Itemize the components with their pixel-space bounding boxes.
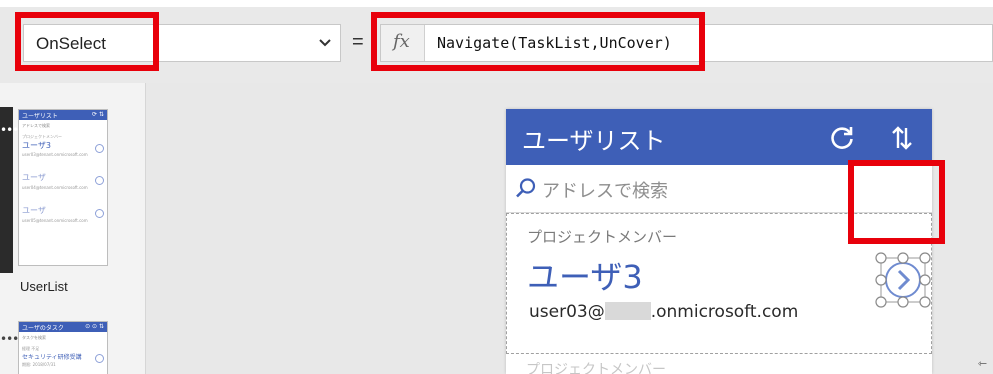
thumb-line: user04@tenant.onmicrosoft.com bbox=[22, 185, 88, 190]
screen-thumbnail-tasklist[interactable]: ユーザのタスク ⊙ ⊙ ⇅ タスクを検索 経理 不足 セキュリティ研修受講 期限… bbox=[18, 321, 108, 374]
workspace: ••• ユーザリスト ⟳ ⇅ アドレスで検索 プロジェクトメンバー ユーザ3 u… bbox=[0, 83, 993, 374]
chevron-right-icon[interactable] bbox=[875, 252, 931, 310]
thumb-line: セキュリティ研修受講 bbox=[22, 354, 82, 361]
thumb-line: ユーザ bbox=[22, 173, 46, 182]
next-item-subtitle: プロジェクトメンバー bbox=[526, 362, 666, 374]
refresh-icon[interactable] bbox=[828, 124, 856, 152]
thumb-line: user05@tenant.onmicrosoft.com bbox=[22, 218, 88, 223]
search-icon bbox=[516, 178, 536, 198]
item-name: ユーザ3 bbox=[527, 258, 643, 296]
thumb-line: 期限: 2018/07/31 bbox=[22, 362, 56, 367]
more-icon[interactable]: ••• bbox=[0, 124, 19, 136]
highlight-box-formula bbox=[371, 12, 705, 71]
thumb-line: ユーザ bbox=[22, 206, 46, 215]
equals-sign: = bbox=[352, 31, 364, 53]
thumb-header-icons: ⊙ ⊙ ⇅ bbox=[85, 323, 104, 330]
thumb-line: user03@tenant.onmicrosoft.com bbox=[22, 152, 88, 157]
thumb-chevron-icon bbox=[95, 144, 104, 153]
item-email: user03@ .onmicrosoft.com bbox=[529, 302, 798, 322]
thumb-search: アドレスで検索 bbox=[22, 123, 50, 128]
thumb-title: ユーザのタスク bbox=[22, 325, 64, 332]
page-title: ユーザリスト bbox=[522, 127, 666, 155]
resize-icon[interactable]: ⇽ bbox=[978, 357, 987, 370]
email-suffix: .onmicrosoft.com bbox=[650, 302, 799, 322]
powerapps-editor: OnSelect = fx Navigate(TaskList,UnCover)… bbox=[0, 0, 993, 374]
thumb-search: タスクを検索 bbox=[22, 335, 46, 340]
thumb-chevron-icon bbox=[95, 209, 104, 218]
highlight-box-property bbox=[15, 12, 159, 71]
thumb-title: ユーザリスト bbox=[22, 113, 58, 120]
more-icon[interactable]: ••• bbox=[0, 333, 19, 345]
screens-panel: ••• ユーザリスト ⟳ ⇅ アドレスで検索 プロジェクトメンバー ユーザ3 u… bbox=[0, 83, 146, 374]
sort-icon[interactable] bbox=[888, 124, 916, 152]
thumb-chevron-icon bbox=[95, 176, 104, 185]
chevron-down-icon[interactable] bbox=[318, 36, 332, 50]
screen-label-userlist[interactable]: UserList bbox=[20, 279, 68, 294]
thumb-header: ユーザリスト ⟳ ⇅ bbox=[19, 110, 107, 120]
thumb-header: ユーザのタスク ⊙ ⊙ ⇅ bbox=[19, 322, 107, 332]
redaction-block bbox=[604, 302, 651, 320]
item-subtitle: プロジェクトメンバー bbox=[527, 228, 678, 246]
top-strip bbox=[0, 0, 993, 7]
highlight-box-next-icon bbox=[848, 160, 945, 244]
thumb-header-icons: ⟳ ⇅ bbox=[92, 111, 104, 118]
search-placeholder: アドレスで検索 bbox=[542, 181, 668, 202]
screen-thumbnail-userlist[interactable]: ユーザリスト ⟳ ⇅ アドレスで検索 プロジェクトメンバー ユーザ3 user0… bbox=[18, 109, 108, 266]
email-prefix: user03@ bbox=[529, 302, 605, 322]
thumb-line: ユーザ3 bbox=[22, 141, 51, 150]
thumb-chevron-icon bbox=[95, 354, 104, 363]
app-header: ユーザリスト bbox=[506, 109, 932, 165]
